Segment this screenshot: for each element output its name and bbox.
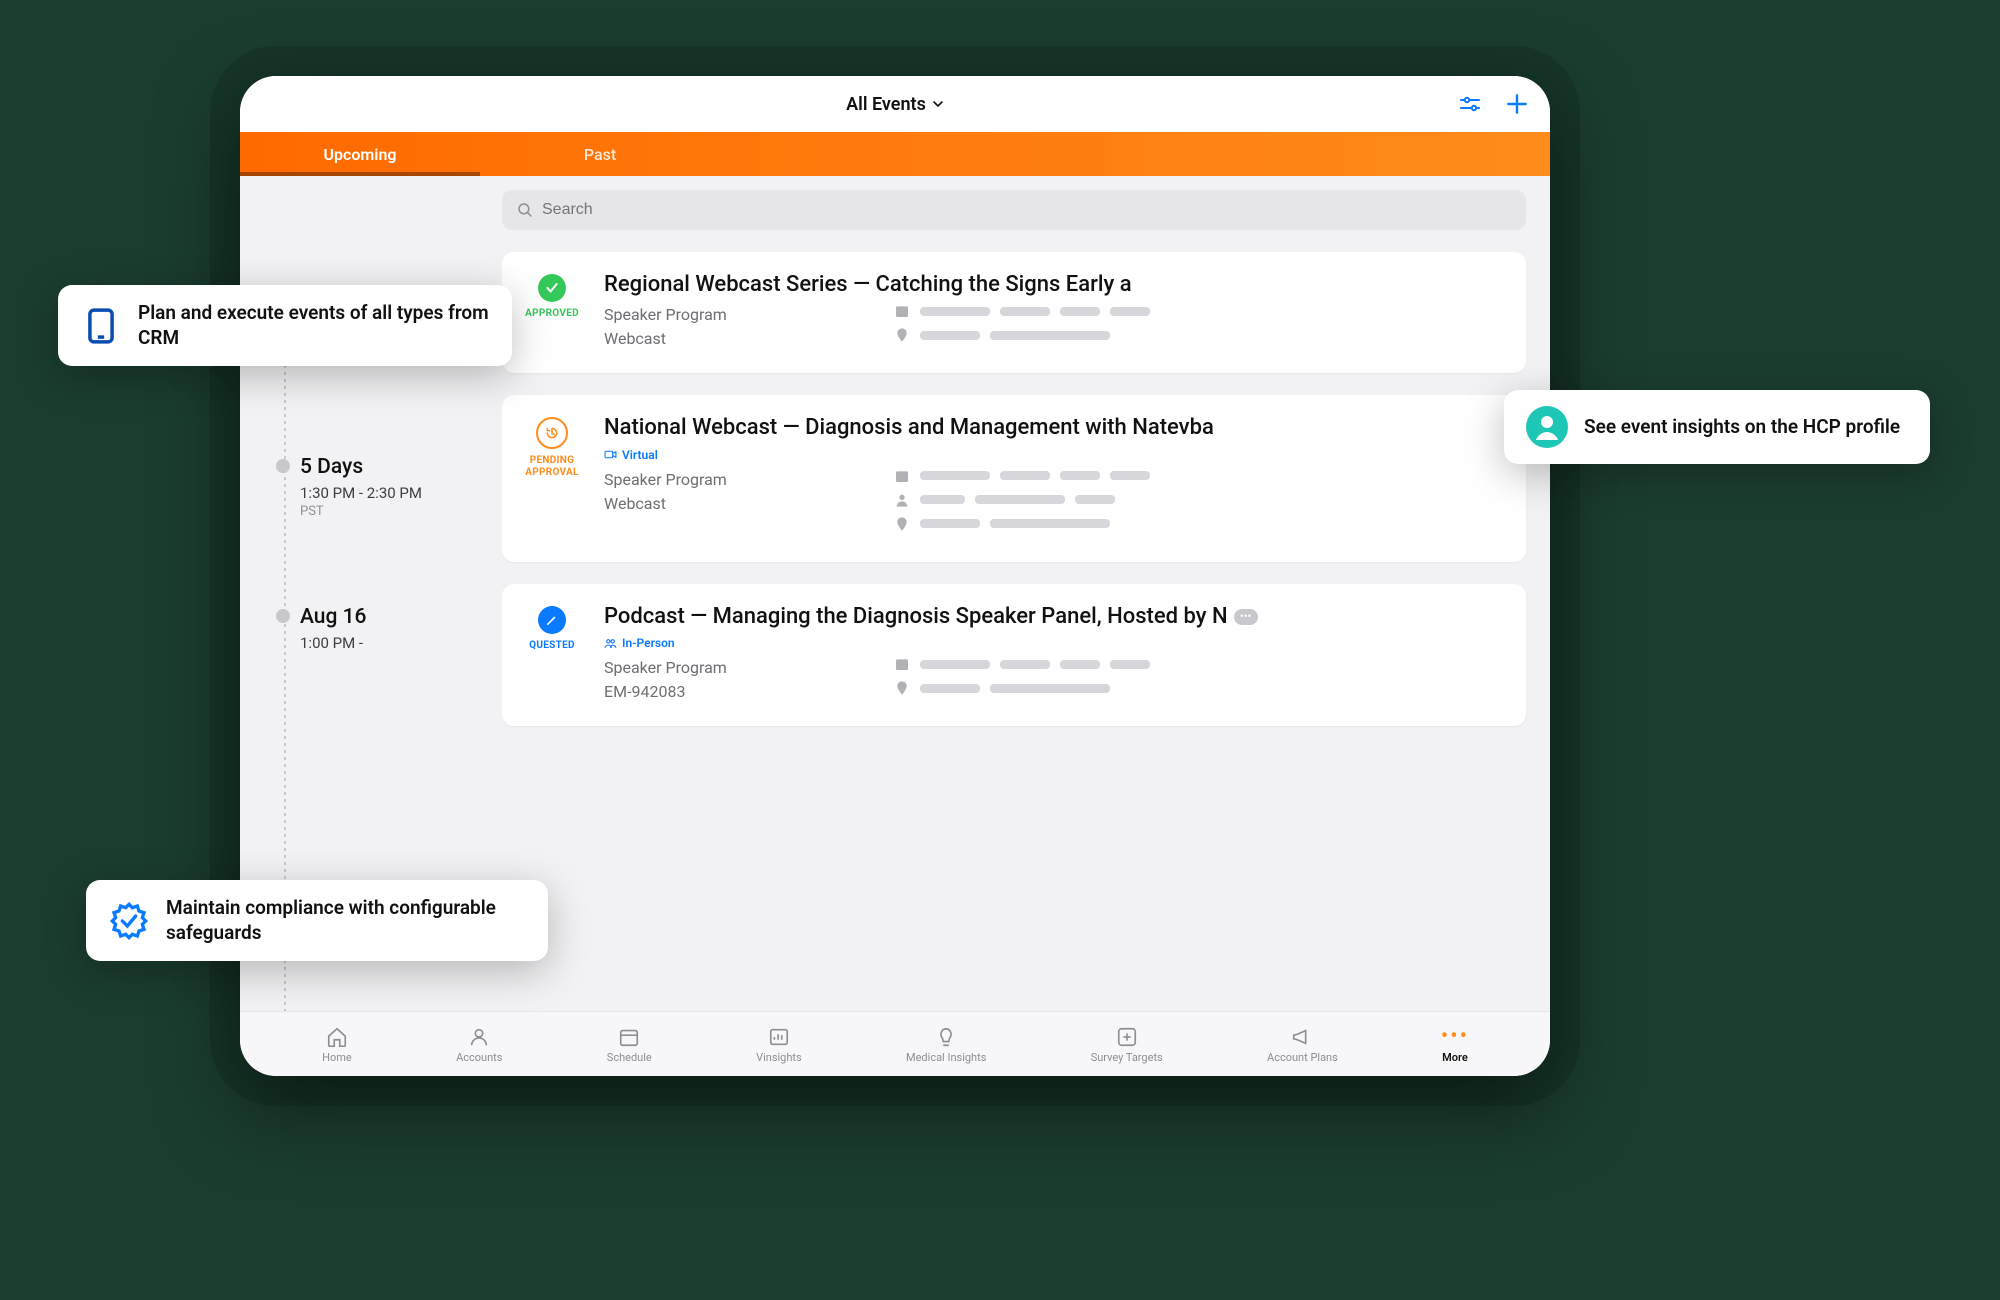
main-column: APPROVED Regional Webcast Series — Catch… xyxy=(502,176,1550,1011)
plus-square-icon xyxy=(1116,1026,1138,1048)
calendar-icon xyxy=(894,468,910,484)
calendar-icon xyxy=(894,303,910,319)
event-format: Webcast xyxy=(604,492,854,516)
event-id: EM-942083 xyxy=(604,680,854,704)
search-input[interactable] xyxy=(542,201,1512,219)
pin-icon xyxy=(894,680,910,696)
calendar-icon xyxy=(894,656,910,672)
tab-bar: Upcoming Past xyxy=(240,132,1550,176)
video-icon xyxy=(604,448,617,461)
timeline-item[interactable]: 5 Days 1:30 PM - 2:30 PM PST xyxy=(274,455,484,518)
person-icon xyxy=(894,492,910,508)
event-subtype: Speaker Program xyxy=(604,468,854,492)
timeline-dot xyxy=(276,609,290,623)
status-label: APPROVED xyxy=(525,308,579,320)
nav-home[interactable]: Home xyxy=(322,1025,352,1064)
accounts-icon xyxy=(468,1026,490,1048)
event-title: Podcast — Managing the Diagnosis Speaker… xyxy=(604,604,1504,629)
event-title: National Webcast — Diagnosis and Managem… xyxy=(604,415,1504,440)
timeline-time: 1:30 PM - 2:30 PM xyxy=(300,483,484,503)
status-label: QUESTED xyxy=(529,640,575,652)
callout-text: Maintain compliance with configurable sa… xyxy=(166,896,526,945)
virtual-badge: Virtual xyxy=(604,448,658,462)
overflow-icon[interactable]: ••• xyxy=(1234,609,1258,625)
pin-icon xyxy=(894,516,910,532)
inperson-badge: In-Person xyxy=(604,636,675,650)
seal-check-icon xyxy=(108,900,150,942)
nav-survey-targets[interactable]: Survey Targets xyxy=(1091,1025,1163,1064)
timeline-label: Aug 16 xyxy=(300,605,484,629)
event-card[interactable]: QUESTED Podcast — Managing the Diagnosis… xyxy=(502,584,1526,727)
event-subtype: Speaker Program xyxy=(604,656,854,680)
callout-plan-execute: Plan and execute events of all types fro… xyxy=(58,285,512,366)
user-circle-icon xyxy=(1526,406,1568,448)
timeline-label: 5 Days xyxy=(300,455,484,479)
search-bar[interactable] xyxy=(502,190,1526,230)
nav-account-plans[interactable]: Account Plans xyxy=(1267,1025,1338,1064)
tab-upcoming[interactable]: Upcoming xyxy=(240,132,480,176)
filter-button[interactable] xyxy=(1458,92,1482,116)
event-details-placeholder xyxy=(894,303,1504,351)
search-icon xyxy=(516,201,534,219)
nav-schedule[interactable]: Schedule xyxy=(607,1025,652,1064)
status-label: PENDING APPROVAL xyxy=(522,455,582,478)
header: All Events xyxy=(240,76,1550,132)
people-icon xyxy=(604,637,617,650)
callout-event-insights: See event insights on the HCP profile xyxy=(1504,390,1930,464)
nav-vinsights[interactable]: Vinsights xyxy=(756,1025,802,1064)
edit-circle-icon xyxy=(538,606,566,634)
pin-icon xyxy=(894,327,910,343)
timeline-time: 1:00 PM - xyxy=(300,633,484,653)
plus-icon xyxy=(1504,91,1530,117)
chart-icon xyxy=(768,1026,790,1048)
event-details-placeholder xyxy=(894,656,1504,704)
bottom-nav: Home Accounts Schedule Vinsights Medical… xyxy=(240,1011,1550,1076)
timeline-tz: PST xyxy=(300,504,484,519)
home-icon xyxy=(326,1026,348,1048)
header-title-dropdown[interactable]: All Events xyxy=(846,94,944,115)
chevron-down-icon xyxy=(932,98,944,110)
clock-circle-icon xyxy=(536,417,568,449)
timeline-dot xyxy=(276,459,290,473)
more-icon: ••• xyxy=(1443,1025,1467,1049)
sliders-icon xyxy=(1458,92,1482,116)
check-circle-icon xyxy=(538,274,566,302)
callout-compliance: Maintain compliance with configurable sa… xyxy=(86,880,548,961)
callout-text: Plan and execute events of all types fro… xyxy=(138,301,490,350)
event-card[interactable]: APPROVED Regional Webcast Series — Catch… xyxy=(502,252,1526,373)
megaphone-icon xyxy=(1291,1026,1313,1048)
callout-text: See event insights on the HCP profile xyxy=(1584,415,1900,440)
event-title: Regional Webcast Series — Catching the S… xyxy=(604,272,1504,297)
bulb-icon xyxy=(935,1026,957,1048)
header-title-text: All Events xyxy=(846,94,926,115)
nav-medical-insights[interactable]: Medical Insights xyxy=(906,1025,986,1064)
nav-more[interactable]: •••More xyxy=(1442,1025,1468,1064)
status-column: QUESTED xyxy=(522,604,582,705)
event-card[interactable]: PENDING APPROVAL National Webcast — Diag… xyxy=(502,395,1526,562)
calendar-icon xyxy=(618,1026,640,1048)
nav-accounts[interactable]: Accounts xyxy=(456,1025,502,1064)
event-subtype: Speaker Program xyxy=(604,303,854,327)
tab-past[interactable]: Past xyxy=(480,132,720,176)
event-details-placeholder xyxy=(894,468,1504,540)
event-format: Webcast xyxy=(604,327,854,351)
timeline-item[interactable]: Aug 16 1:00 PM - xyxy=(274,605,484,653)
status-column: APPROVED xyxy=(522,272,582,351)
add-button[interactable] xyxy=(1504,91,1530,117)
tablet-icon xyxy=(80,305,122,347)
status-column: PENDING APPROVAL xyxy=(522,415,582,540)
